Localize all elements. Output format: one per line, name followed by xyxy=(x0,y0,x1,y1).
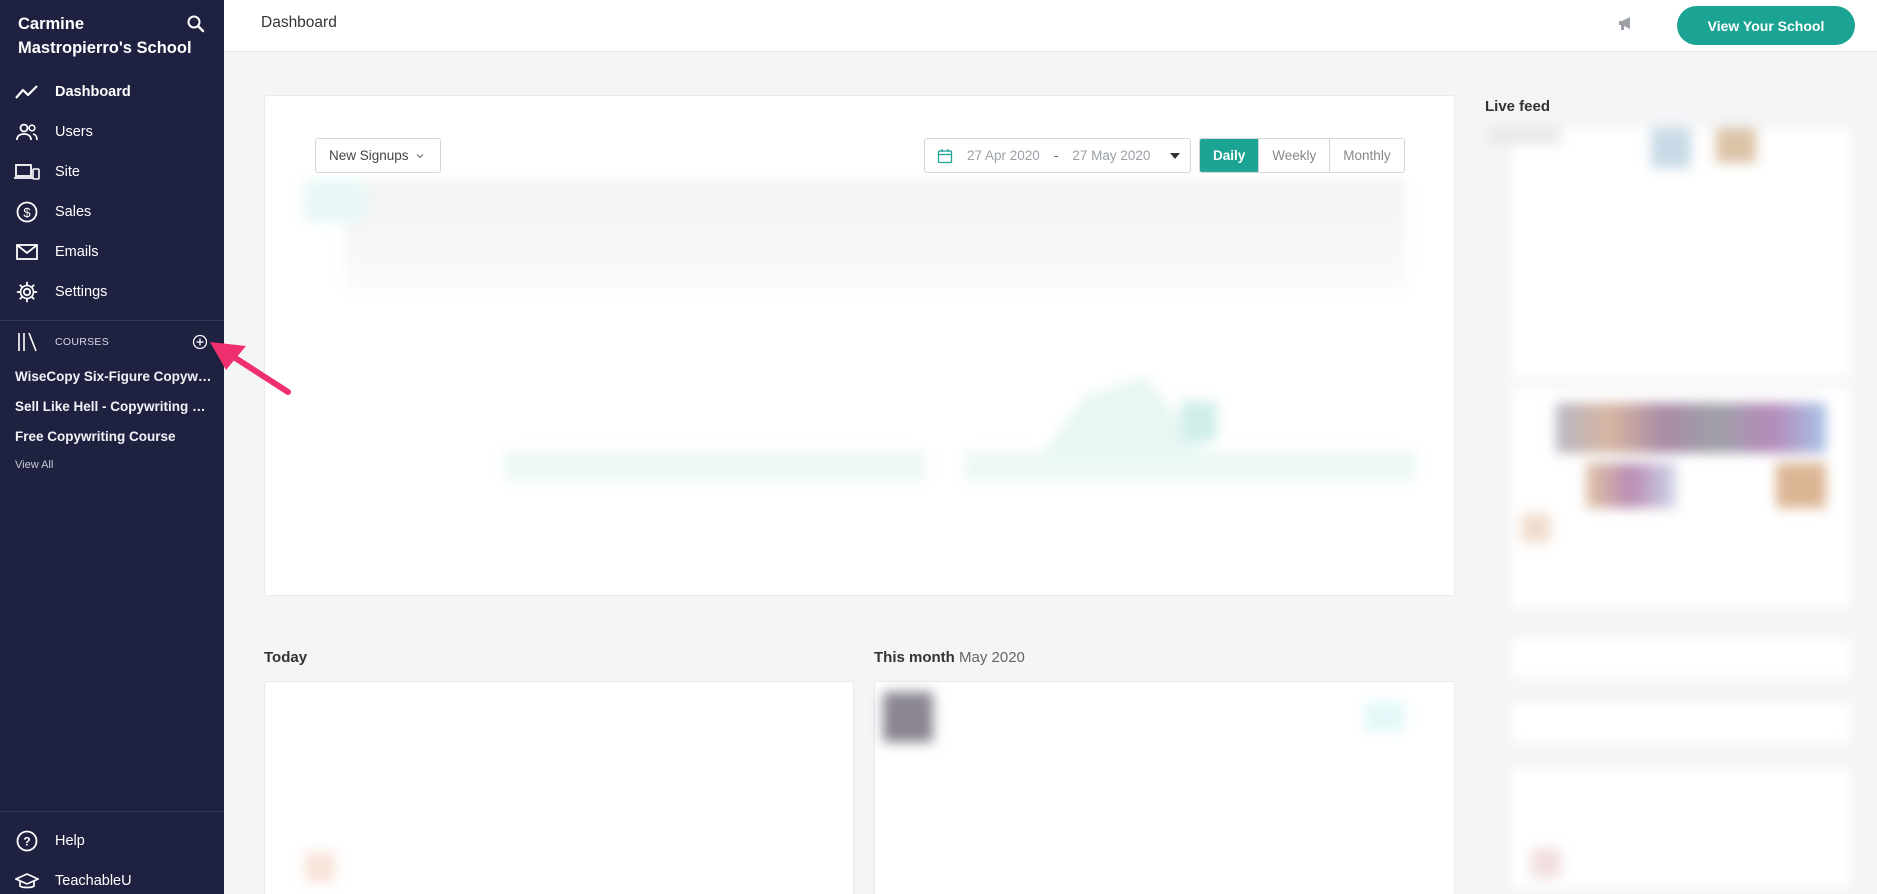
sidebar-item-label: TeachableU xyxy=(55,873,132,889)
course-link[interactable]: Free Copywriting Course xyxy=(15,427,213,457)
sidebar-item-settings[interactable]: Settings xyxy=(0,272,224,312)
period-daily-button[interactable]: Daily xyxy=(1200,139,1259,172)
live-feed-title: Live feed xyxy=(1485,98,1551,115)
this-month-card-content xyxy=(1365,702,1405,732)
sidebar-divider xyxy=(0,320,224,321)
courses-header: COURSES xyxy=(14,330,214,354)
sidebar-item-help[interactable]: ? Help xyxy=(0,821,224,861)
this-month-title: This month May 2020 xyxy=(874,649,1025,666)
sidebar-item-users[interactable]: Users xyxy=(0,112,224,152)
course-list: WiseCopy Six-Figure Copywriting Course S… xyxy=(15,367,213,471)
period-weekly-button[interactable]: Weekly xyxy=(1258,139,1330,172)
svg-text:?: ? xyxy=(23,835,30,849)
live-feed-list xyxy=(1491,128,1867,888)
library-icon xyxy=(14,331,40,353)
this-month-card-content xyxy=(883,692,933,742)
dollar-circle-icon: $ xyxy=(14,201,40,223)
this-month-value: May 2020 xyxy=(959,649,1025,666)
sidebar-item-teachableu[interactable]: TeachableU xyxy=(0,861,224,894)
sidebar-item-label: Settings xyxy=(55,284,108,300)
view-all-courses-link[interactable]: View All xyxy=(15,459,213,471)
main-nav: Dashboard Users Site $ Sales Emails Sett… xyxy=(0,72,224,312)
courses-label: COURSES xyxy=(55,336,110,348)
sidebar: Carmine Mastropierro's School Dashboard … xyxy=(0,0,224,894)
date-end[interactable]: 27 May 2020 xyxy=(1072,148,1150,163)
today-card xyxy=(264,681,854,894)
signups-chart-card: New Signups 27 Apr 2020 - 27 May 2020 Da… xyxy=(264,95,1455,596)
sidebar-item-label: Sales xyxy=(55,204,92,220)
megaphone-icon[interactable] xyxy=(1616,13,1636,33)
sidebar-item-label: Site xyxy=(55,164,80,180)
this-month-card xyxy=(874,681,1455,894)
caret-down-icon xyxy=(1170,153,1180,159)
graduation-cap-icon xyxy=(14,870,40,892)
metric-select-value: New Signups xyxy=(329,148,409,163)
page-title: Dashboard xyxy=(261,14,337,31)
sidebar-divider xyxy=(0,811,224,812)
today-title: Today xyxy=(264,649,307,666)
chart-plot-area xyxy=(305,181,1415,491)
sidebar-item-label: Help xyxy=(55,833,85,849)
users-icon xyxy=(14,121,40,143)
sidebar-item-label: Users xyxy=(55,124,93,140)
date-separator: - xyxy=(1053,148,1059,163)
trend-line-icon xyxy=(14,81,40,103)
envelope-icon xyxy=(14,241,40,263)
calendar-icon xyxy=(937,148,953,163)
date-start[interactable]: 27 Apr 2020 xyxy=(967,148,1040,163)
course-link[interactable]: WiseCopy Six-Figure Copywriting Course xyxy=(15,367,213,397)
search-icon[interactable] xyxy=(186,14,206,34)
sidebar-item-label: Emails xyxy=(55,244,99,260)
sidebar-item-sales[interactable]: $ Sales xyxy=(0,192,224,232)
live-feed-content xyxy=(1491,128,1867,888)
sidebar-item-site[interactable]: Site xyxy=(0,152,224,192)
add-course-icon[interactable] xyxy=(192,334,208,350)
period-monthly-button[interactable]: Monthly xyxy=(1329,139,1404,172)
sidebar-item-dashboard[interactable]: Dashboard xyxy=(0,72,224,112)
devices-icon xyxy=(14,161,40,183)
course-link[interactable]: Sell Like Hell - Copywriting Course xyxy=(15,397,213,427)
top-bar: Dashboard View Your School xyxy=(224,0,1877,52)
help-circle-icon: ? xyxy=(14,830,40,852)
view-your-school-button[interactable]: View Your School xyxy=(1677,6,1855,45)
bottom-nav: ? Help TeachableU xyxy=(0,821,224,894)
period-toggle: Daily Weekly Monthly xyxy=(1199,138,1405,173)
sidebar-item-emails[interactable]: Emails xyxy=(0,232,224,272)
svg-text:$: $ xyxy=(23,205,31,220)
gear-icon xyxy=(14,281,40,303)
pointer-arrow-annotation xyxy=(210,342,291,395)
school-name[interactable]: Carmine Mastropierro's School xyxy=(18,12,198,60)
sidebar-item-label: Dashboard xyxy=(55,84,131,100)
today-card-content xyxy=(305,852,335,882)
chevron-down-icon xyxy=(416,153,423,158)
metric-select[interactable]: New Signups xyxy=(315,138,441,173)
today-label: Today xyxy=(264,649,308,666)
date-range-picker[interactable]: 27 Apr 2020 - 27 May 2020 xyxy=(924,138,1191,173)
this-month-label: This month xyxy=(874,649,955,666)
